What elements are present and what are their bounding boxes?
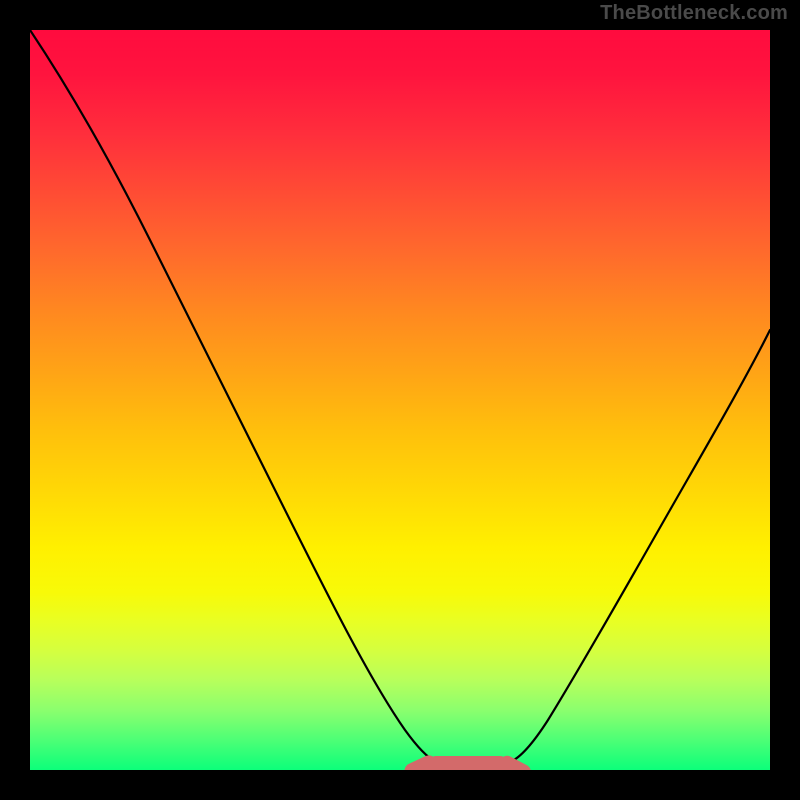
plot-area: [30, 30, 770, 770]
chart-frame: TheBottleneck.com: [0, 0, 800, 800]
bottleneck-curve-path: [30, 30, 770, 762]
optimal-zone-marker-center: [428, 756, 508, 770]
watermark-text: TheBottleneck.com: [600, 2, 788, 25]
curve-layer: [30, 30, 770, 770]
